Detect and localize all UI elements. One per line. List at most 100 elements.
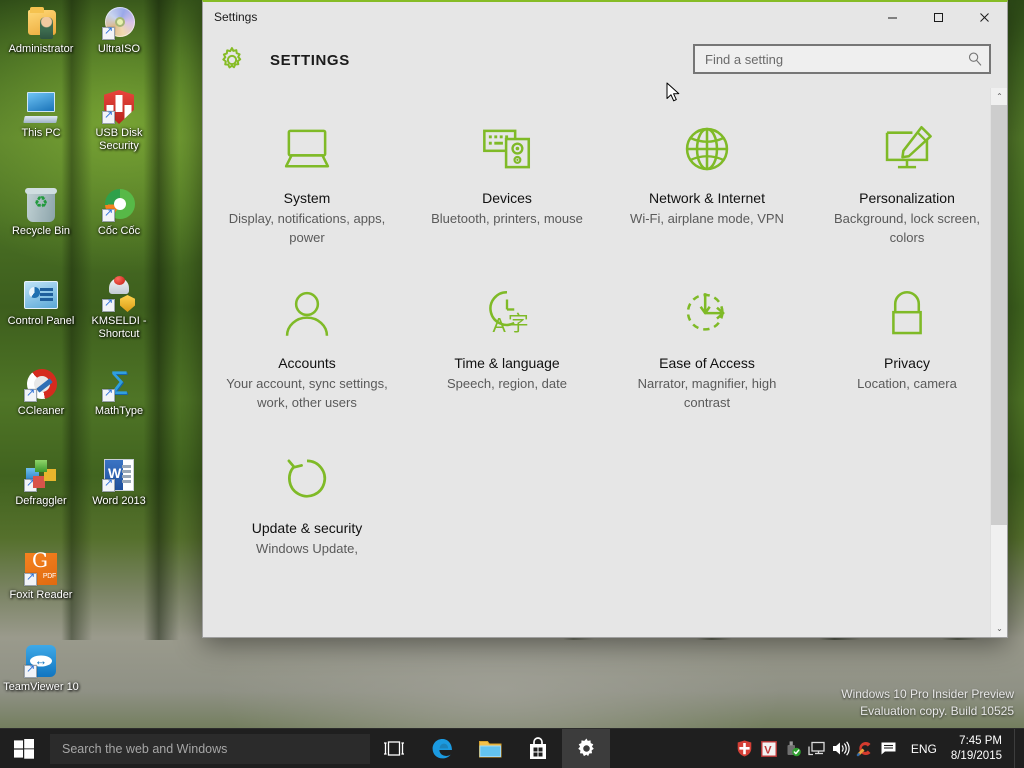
settings-header: SETTINGS [203, 32, 1007, 88]
tray-ccleaner[interactable] [853, 729, 877, 768]
tray-action-center[interactable] [877, 729, 901, 768]
windows-activation-watermark: Windows 10 Pro Insider Preview Evaluatio… [841, 686, 1014, 720]
vertical-scrollbar[interactable]: ⌃ ⌄ [990, 88, 1007, 637]
scrollbar-thumb[interactable] [991, 105, 1007, 525]
file-explorer-icon [478, 740, 501, 757]
settings-tile-accounts[interactable]: Accounts Your account, sync settings, wo… [207, 279, 407, 420]
desktop-icon-coccoc[interactable]: Cốc Cốc [80, 188, 158, 238]
desktop-icon-label: Defraggler [15, 495, 67, 507]
desktop-icon-recycle-bin[interactable]: Recycle Bin [2, 188, 80, 238]
scroll-down-arrow-icon[interactable]: ⌄ [991, 620, 1007, 637]
tile-description: Background, lock screen, colors [834, 211, 980, 245]
usb-check-icon [787, 741, 802, 757]
settings-tile-personalization[interactable]: Personalization Background, lock screen,… [807, 114, 990, 255]
desktop-icon-label: Foxit Reader [9, 589, 73, 601]
edge-browser-button[interactable] [418, 729, 466, 768]
maximize-button[interactable] [915, 2, 961, 32]
desktop-icon-label: UltraISO [97, 43, 141, 55]
person-icon [285, 291, 329, 336]
shield-icon [738, 740, 752, 757]
settings-tile-system[interactable]: System Display, notifications, apps, pow… [207, 114, 407, 255]
page-title: SETTINGS [270, 51, 350, 69]
store-icon [530, 736, 546, 759]
window-titlebar[interactable]: Settings [203, 2, 1007, 32]
settings-tiles-grid: System Display, notifications, apps, pow… [203, 114, 990, 566]
mathtype-icon [102, 368, 136, 402]
shortcut-overlay-icon [24, 663, 37, 678]
tray-volume[interactable] [829, 729, 853, 768]
start-button[interactable] [0, 729, 48, 768]
settings-tile-ease-of-access[interactable]: Ease of Access Narrator, magnifier, high… [607, 279, 807, 420]
task-view-button[interactable] [370, 729, 418, 768]
tray-usb-safely-remove[interactable] [781, 729, 805, 768]
desktop-icon-ultraiso[interactable]: UltraISO [80, 6, 158, 56]
devices-icon [483, 129, 531, 169]
settings-tile-network-internet[interactable]: Network & Internet Wi-Fi, airplane mode,… [607, 114, 807, 255]
clock-date: 8/19/2015 [950, 749, 1002, 762]
coccoc-browser-icon [102, 188, 136, 222]
settings-tile-privacy[interactable]: Privacy Location, camera [807, 279, 990, 420]
ease-of-access-icon [686, 293, 725, 331]
tile-title: Personalization [859, 190, 955, 206]
tray-usb-disk-security[interactable] [733, 729, 757, 768]
tray-language-indicator[interactable]: ENG [901, 729, 947, 768]
settings-window[interactable]: Settings SETTINGS Find a setting System … [202, 0, 1008, 638]
shortcut-overlay-icon [102, 109, 115, 124]
desktop-icon-defraggler[interactable]: Defraggler [2, 458, 80, 508]
desktop-icon-label: TeamViewer 10 [3, 681, 79, 693]
show-desktop-button[interactable] [1014, 728, 1022, 768]
shortcut-overlay-icon [24, 477, 37, 492]
shortcut-overlay-icon [102, 207, 115, 222]
desktop-icon-foxit-reader[interactable]: Foxit Reader [2, 552, 80, 602]
desktop-icon-administrator[interactable]: Administrator [2, 6, 80, 56]
task-view-icon [384, 740, 404, 756]
user-folder-icon [24, 6, 58, 40]
settings-tiles-scroll[interactable]: System Display, notifications, apps, pow… [203, 88, 990, 637]
tile-description: Bluetooth, printers, mouse [431, 211, 583, 226]
store-button[interactable] [514, 729, 562, 768]
foxit-reader-icon [24, 552, 58, 586]
tile-description: Narrator, magnifier, high contrast [637, 376, 777, 410]
taskbar-search-box[interactable]: Search the web and Windows [50, 733, 370, 764]
scroll-up-arrow-icon[interactable]: ⌃ [991, 88, 1007, 105]
desktop-icon-usb-disk-security[interactable]: USB Disk Security [80, 90, 158, 153]
tile-title: Ease of Access [659, 355, 755, 371]
tile-title: Network & Internet [649, 190, 765, 206]
desktop[interactable]: Administrator UltraISO This PC USB Disk … [0, 0, 1024, 768]
computer-icon [24, 90, 58, 124]
close-button[interactable] [961, 2, 1007, 32]
tile-title: Privacy [884, 355, 930, 371]
desktop-icon-control-panel[interactable]: Control Panel [2, 278, 80, 328]
desktop-icon-label: KMSELDI - Shortcut [91, 315, 147, 340]
taskbar[interactable]: Search the web and Windows V ENG 7:45 PM… [0, 728, 1024, 768]
tray-vcard[interactable]: V [757, 729, 781, 768]
desktop-icon-mathtype[interactable]: MathType [80, 368, 158, 418]
tray-clock[interactable]: 7:45 PM 8/19/2015 [947, 729, 1014, 768]
disc-icon [102, 6, 136, 40]
desktop-icon-label: Recycle Bin [11, 225, 71, 237]
desktop-icon-ccleaner[interactable]: CCleaner [2, 368, 80, 418]
network-icon [808, 741, 825, 756]
file-explorer-button[interactable] [466, 729, 514, 768]
watermark-line-2: Evaluation copy. Build 10525 [860, 704, 1014, 718]
desktop-icon-kmseldi[interactable]: KMSELDI - Shortcut [80, 276, 158, 341]
close-icon [979, 12, 989, 22]
minimize-button[interactable] [869, 2, 915, 32]
defraggler-icon [24, 458, 58, 492]
settings-tile-devices[interactable]: Devices Bluetooth, printers, mouse [407, 114, 607, 255]
tray-network[interactable] [805, 729, 829, 768]
settings-search-box[interactable] [693, 44, 991, 74]
desktop-icon-teamviewer[interactable]: TeamViewer 10 [2, 644, 80, 694]
recycle-bin-icon [24, 188, 58, 222]
desktop-icon-this-pc[interactable]: This PC [2, 90, 80, 140]
clock-time: 7:45 PM [959, 734, 1002, 747]
desktop-icon-word-2013[interactable]: Word 2013 [80, 458, 158, 508]
search-input[interactable] [705, 51, 967, 67]
window-title: Settings [214, 10, 258, 24]
settings-tile-time-language[interactable]: A 字 Time & language Speech, region, date [407, 279, 607, 420]
svg-text:字: 字 [508, 311, 529, 335]
windows-logo-icon [14, 738, 34, 759]
settings-tile-update-security[interactable]: Update & security Windows Update, [207, 444, 407, 566]
action-center-icon [881, 742, 896, 755]
settings-taskbar-button[interactable] [562, 728, 610, 768]
